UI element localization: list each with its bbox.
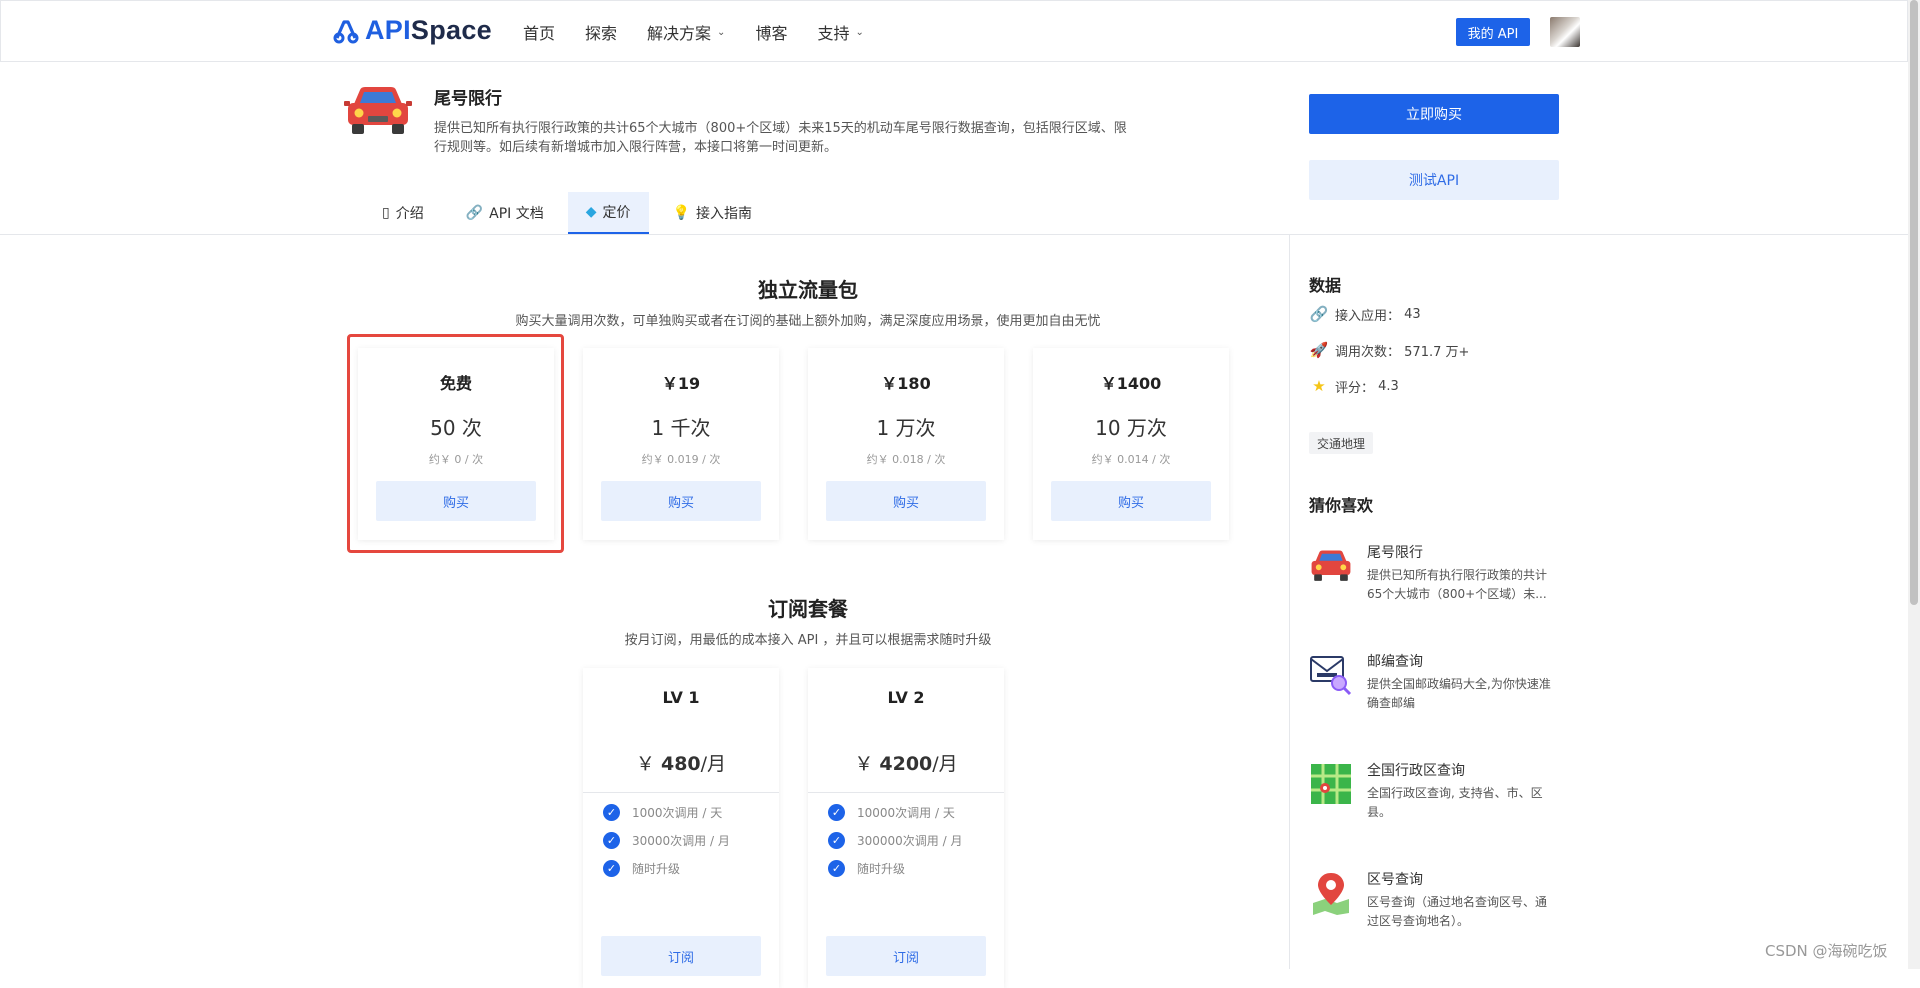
nav-explore[interactable]: 探索 [585,20,617,44]
check-icon: ✓ [828,803,845,821]
chevron-down-icon: ⌄ [855,26,864,38]
check-icon: ✓ [828,859,845,877]
sidebar-divider [1289,235,1290,969]
check-icon: ✓ [603,803,620,821]
page-scrollbar[interactable] [1908,0,1920,969]
plan-feature: ✓ 随时升级 [828,859,1004,877]
recommend-item[interactable]: 全国行政区查询 全国行政区查询, 支持省、市、区县。 [1309,760,1569,830]
product-title: 尾号限行 [434,89,502,109]
check-icon: ✓ [828,831,845,849]
apispace-logo[interactable]: APISpace [331,15,492,46]
top-navbar: APISpace 首页 探索 解决方案 ⌄ 博客 支持 ⌄ 我的 API [0,0,1908,62]
car-icon [344,87,412,134]
plan-feature: ✓ 300000次调用 / 月 [828,831,1004,849]
tab-api-docs[interactable]: 🔗 API 文档 [448,192,562,234]
chevron-down-icon: ⌄ [717,26,726,38]
plan-card-lv2: LV 2 ￥ 4200/月 ✓ 10000次调用 / 天 ✓ 300000次调用 /… [808,668,1004,988]
buy-button[interactable]: 购买 [1051,481,1211,521]
subscribe-button[interactable]: 订阅 [826,936,986,976]
plan-feature: ✓ 30000次调用 / 月 [603,831,779,849]
mail-search-icon [1310,656,1352,696]
map-pin-icon [1313,873,1349,915]
traffic-card-1400: ￥1400 10 万次 约￥ 0.014 / 次 购买 [1033,348,1229,540]
header-divider [0,234,1908,235]
link-icon: 🔗 [1309,305,1329,323]
plan-feature: ✓ 随时升级 [603,859,779,877]
rocket-icon: 🚀 [1309,341,1329,359]
document-icon: ▯ [382,205,390,221]
check-icon: ✓ [603,831,620,849]
logo-icon [333,19,359,43]
traffic-card-180: ￥180 1 万次 约￥ 0.018 / 次 购买 [808,348,1004,540]
buy-button[interactable]: 购买 [376,481,536,521]
check-icon: ✓ [603,859,620,877]
map-grid-icon [1311,764,1351,804]
sidebar-data-title: 数据 [1309,276,1342,295]
category-tag[interactable]: 交通地理 [1309,432,1374,454]
nav-solutions[interactable]: 解决方案 ⌄ [647,20,725,44]
link-icon: 🔗 [465,205,484,221]
tab-intro[interactable]: ▯ 介绍 [364,192,442,234]
buy-button[interactable]: 购买 [826,481,986,521]
nav-blog[interactable]: 博客 [755,20,787,44]
recommend-item[interactable]: 尾号限行 提供已知所有执行限行政策的共计65个大城市（800+个区域）未... [1309,542,1569,612]
recommend-title: 猜你喜欢 [1309,496,1374,515]
recommend-item[interactable]: 邮编查询 提供全国邮政编码大全,为你快速准确查邮编 [1309,651,1569,721]
lightbulb-icon: 💡 [672,205,690,221]
traffic-card-19: ￥19 1 千次 约￥ 0.019 / 次 购买 [583,348,779,540]
user-avatar[interactable] [1550,17,1580,47]
stat-rating: ★ 评分： 4.3 [1309,376,1399,396]
csdn-watermark: CSDN @海碗吃饭 [1765,942,1888,960]
main-nav: 首页 探索 解决方案 ⌄ 博客 支持 ⌄ [523,1,894,63]
traffic-card-free: 免费 50 次 约￥ 0 / 次 购买 [358,348,554,540]
product-tabs: ▯ 介绍 🔗 API 文档 ◆ 定价 💡 接入指南 [364,192,776,234]
buy-button[interactable]: 购买 [601,481,761,521]
nav-support[interactable]: 支持 ⌄ [817,20,863,44]
car-icon [1311,550,1351,581]
traffic-section-subtitle: 购买大量调用次数，可单独购买或者在订阅的基础上额外加购，满足深度应用场景，使用更… [515,314,1101,329]
subscription-section-subtitle: 按月订阅，用最低的成本接入 API ，并且可以根据需求随时升级 [624,633,992,648]
test-api-button[interactable]: 测试API [1309,160,1559,200]
subscription-section-title: 订阅套餐 [768,597,848,621]
plan-feature: ✓ 10000次调用 / 天 [828,803,1004,821]
tab-access-guide[interactable]: 💡 接入指南 [655,192,770,234]
my-api-button[interactable]: 我的 API [1456,18,1530,46]
diamond-icon: ◆ [585,204,597,220]
traffic-section-title: 独立流量包 [758,278,858,302]
product-description: 提供已知所有执行限行政策的共计65个大城市（800+个区域）未来15天的机动车尾… [434,121,1127,155]
plan-feature: ✓ 1000次调用 / 天 [603,803,779,821]
stat-apps: 🔗 接入应用： 43 [1309,305,1421,324]
logo-text: APISpace [365,15,492,45]
plan-card-lv1: LV 1 ￥ 480/月 ✓ 1000次调用 / 天 ✓ 30000次调用 / 月 … [583,668,779,988]
subscribe-button[interactable]: 订阅 [601,936,761,976]
tab-pricing[interactable]: ◆ 定价 [567,192,649,234]
recommend-item[interactable]: 区号查询 区号查询（通过地名查询区号、通过区号查询地名）。 [1309,869,1569,939]
nav-home[interactable]: 首页 [523,20,555,44]
stat-calls: 🚀 调用次数： 571.7 万+ [1309,341,1470,360]
buy-now-button[interactable]: 立即购买 [1309,94,1559,134]
star-icon: ★ [1312,377,1326,395]
scrollbar-thumb[interactable] [1910,0,1918,605]
